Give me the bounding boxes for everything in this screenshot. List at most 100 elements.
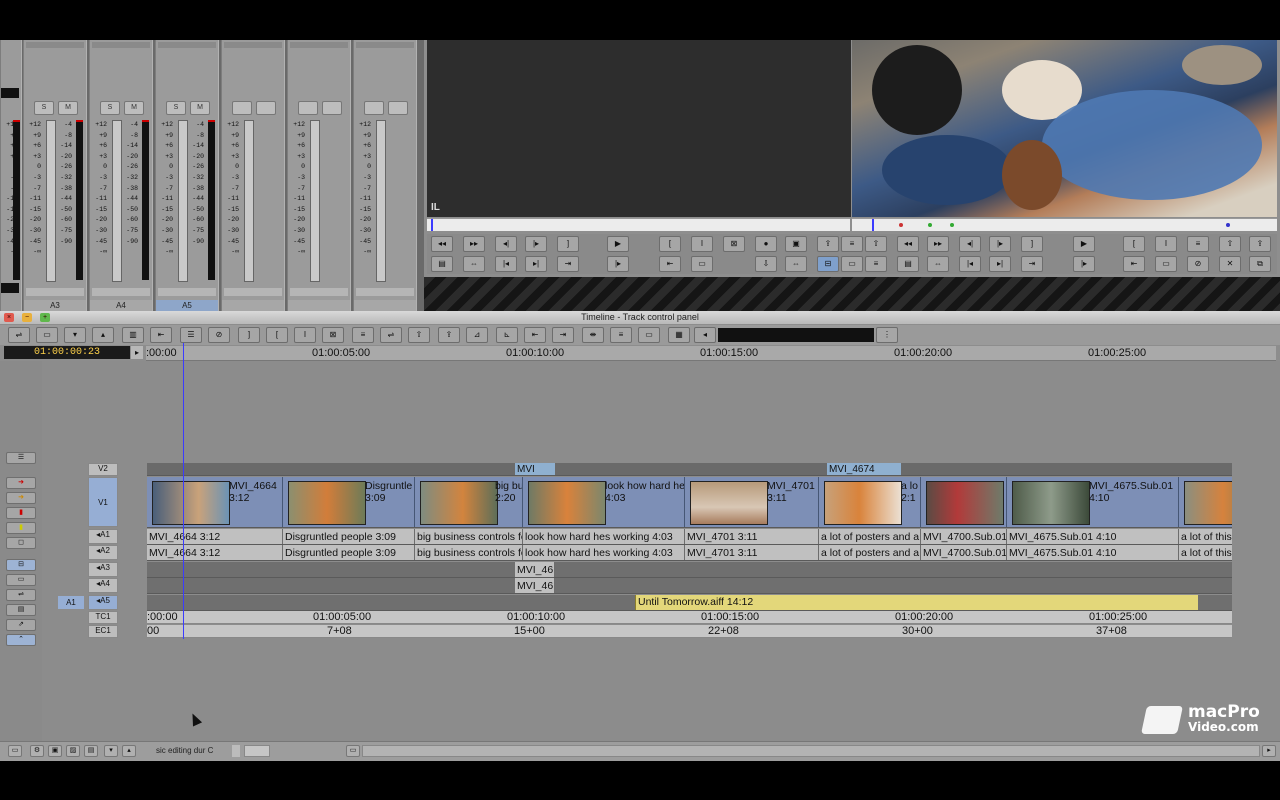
layout-button[interactable]: ☰ [180,327,202,343]
scroll-handle[interactable] [232,745,240,757]
clip-button[interactable]: ▭ [691,256,713,272]
a2-clip[interactable]: big business controls fo [415,545,523,560]
waveform-icon[interactable]: ⇌ [6,589,36,601]
jog-button[interactable]: ⇔ [463,256,485,272]
trim-both-button[interactable]: ⇼ [582,327,604,343]
rec-extract-button[interactable]: ⇪ [1249,236,1271,252]
volume-fader[interactable] [178,120,188,282]
mute-button[interactable]: M [124,101,144,115]
clear-marks-button[interactable]: I [294,327,316,343]
solo-button[interactable]: S [166,101,186,115]
chevron-up-icon[interactable]: ▴ [122,745,136,757]
audio-button[interactable]: ⇤ [150,327,172,343]
rec-play-button[interactable]: ▶ [1073,236,1095,252]
mute-button[interactable] [388,101,408,115]
chevron-down-icon[interactable]: ▾ [104,745,118,757]
bin-menu[interactable]: sic editing dur C [156,745,228,757]
record-monitor[interactable] [852,40,1277,217]
record-position-bar[interactable] [852,218,1277,231]
timeline-ruler[interactable]: :00:00 01:00:05:00 01:00:10:00 01:00:15:… [146,346,1276,361]
step-forward-button[interactable]: |▸ [525,236,547,252]
segment-extract-button[interactable]: ⊾ [496,327,518,343]
add-edit-button[interactable]: ⇤ [659,256,681,272]
mute-button[interactable] [322,101,342,115]
v2-clip[interactable]: MVI_4674 [827,463,901,475]
v1-clip[interactable] [921,477,1007,527]
trim-icon[interactable]: ◻ [6,537,36,549]
film-icon[interactable]: ▤ [84,745,98,757]
solo-button[interactable] [364,101,384,115]
track-a4-lane[interactable]: MVI_46 [147,578,1232,594]
track-display-icon[interactable]: ▭ [8,745,22,757]
rec-add-edit-button[interactable]: ⇤ [1123,256,1145,272]
segment-red-icon[interactable]: ➜ [6,477,36,489]
video-quality-button[interactable]: ▥ [122,327,144,343]
stack-icon[interactable]: ▤ [6,604,36,616]
rec-toggle-button[interactable]: ▤ [897,256,919,272]
a2-clip[interactable]: MVI_4664 3:12 [147,545,283,560]
rec-jog-button[interactable]: ⇔ [927,256,949,272]
playhead[interactable] [183,343,184,639]
rec-fast-forward-button[interactable]: ▸▸ [927,236,949,252]
a1-clip[interactable]: MVI_4701 3:11 [685,529,819,544]
overwrite-button[interactable]: ≡ [352,327,374,343]
track-a2-lane[interactable]: MVI_4664 3:12 Disgruntled people 3:09 bi… [147,545,1232,561]
music-clip[interactable]: Until Tomorrow.aiff 14:12 [635,595,1198,610]
settings-button[interactable]: ≡ [865,256,887,272]
v1-clip[interactable]: MVI_4675.Sub.01 4:10 [1007,477,1179,527]
step-back-button[interactable]: ◂| [495,236,517,252]
a2-clip[interactable]: Disgruntled people 3:09 [283,545,415,560]
audio-display-icon[interactable]: ▭ [6,574,36,586]
replace-button[interactable]: ▭ [841,256,863,272]
mark-in-button[interactable]: [ [266,327,288,343]
track-a5[interactable]: ◂A5 [88,595,118,610]
toolbar-menu-button[interactable]: ⋮ [876,327,898,343]
v1-clip[interactable]: MVI_4664 3:12 [147,477,283,527]
solo-button[interactable]: S [34,101,54,115]
mark-out-button[interactable]: ] [238,327,260,343]
trim-right-button[interactable]: ⇥ [552,327,574,343]
clip-color-button[interactable]: ▭ [638,327,660,343]
a2-clip[interactable]: a lot of this [1179,545,1232,560]
track-a4[interactable]: ◂A4 [88,578,118,593]
rec-copy-button[interactable]: ⧉ [1249,256,1271,272]
close-icon[interactable]: × [4,313,14,322]
replace-button[interactable]: ⇌ [380,327,402,343]
match-frame-button[interactable]: ▣ [785,236,807,252]
source-position-bar[interactable] [427,218,850,231]
menu-icon[interactable]: ☰ [6,452,36,464]
play-button[interactable]: ▶ [607,236,629,252]
track-a1[interactable]: ◂A1 [88,529,118,544]
volume-fader[interactable] [244,120,254,282]
rec-extend-button[interactable]: ✕ [1219,256,1241,272]
extract-button[interactable]: ⇪ [438,327,460,343]
solo-button[interactable]: S [100,101,120,115]
splice-button[interactable]: ⇪ [817,236,839,252]
source-track-a1[interactable]: A1 [58,596,84,609]
v2-clip[interactable]: MVI [515,463,555,475]
a1-clip[interactable]: a lot of posters and a [819,529,921,544]
source-monitor[interactable]: IL [427,40,851,217]
rec-overwrite-button[interactable]: ≡ [1187,236,1209,252]
track-a1-lane[interactable]: MVI_4664 3:12 Disgruntled people 3:09 bi… [147,529,1232,545]
rec-rewind-button[interactable]: ◂◂ [897,236,919,252]
no-entry-icon[interactable]: ⊘ [208,327,230,343]
rec-go-to-in-button[interactable]: |◂ [959,256,981,272]
chevron-up-icon[interactable]: ▴ [92,327,114,343]
rec-clip-button[interactable]: ▭ [1155,256,1177,272]
play-in-out-button[interactable]: |▸ [607,256,629,272]
a1-clip[interactable]: MVI_4675.Sub.01 4:10 [1007,529,1179,544]
track-a2[interactable]: ◂A2 [88,545,118,560]
settings-icon[interactable]: ⚙ [30,745,44,757]
lift-button[interactable]: ⇧ [865,236,887,252]
toggle-source-button[interactable]: ▤ [431,256,453,272]
a1-clip[interactable]: MVI_4700.Sub.01 [921,529,1007,544]
a1-clip[interactable]: look how hard hes working 4:03 [523,529,685,544]
segment-mode-button[interactable]: ⊟ [817,256,839,272]
chevron-down-icon[interactable]: ▾ [64,327,86,343]
segment-lift-button[interactable]: ⊿ [466,327,488,343]
rec-step-forward-button[interactable]: |▸ [989,236,1011,252]
a1-clip[interactable]: a lot of this [1179,529,1232,544]
track-a3-lane[interactable]: MVI_46 [147,562,1232,578]
rec-mark-out-button[interactable]: ] [1021,236,1043,252]
